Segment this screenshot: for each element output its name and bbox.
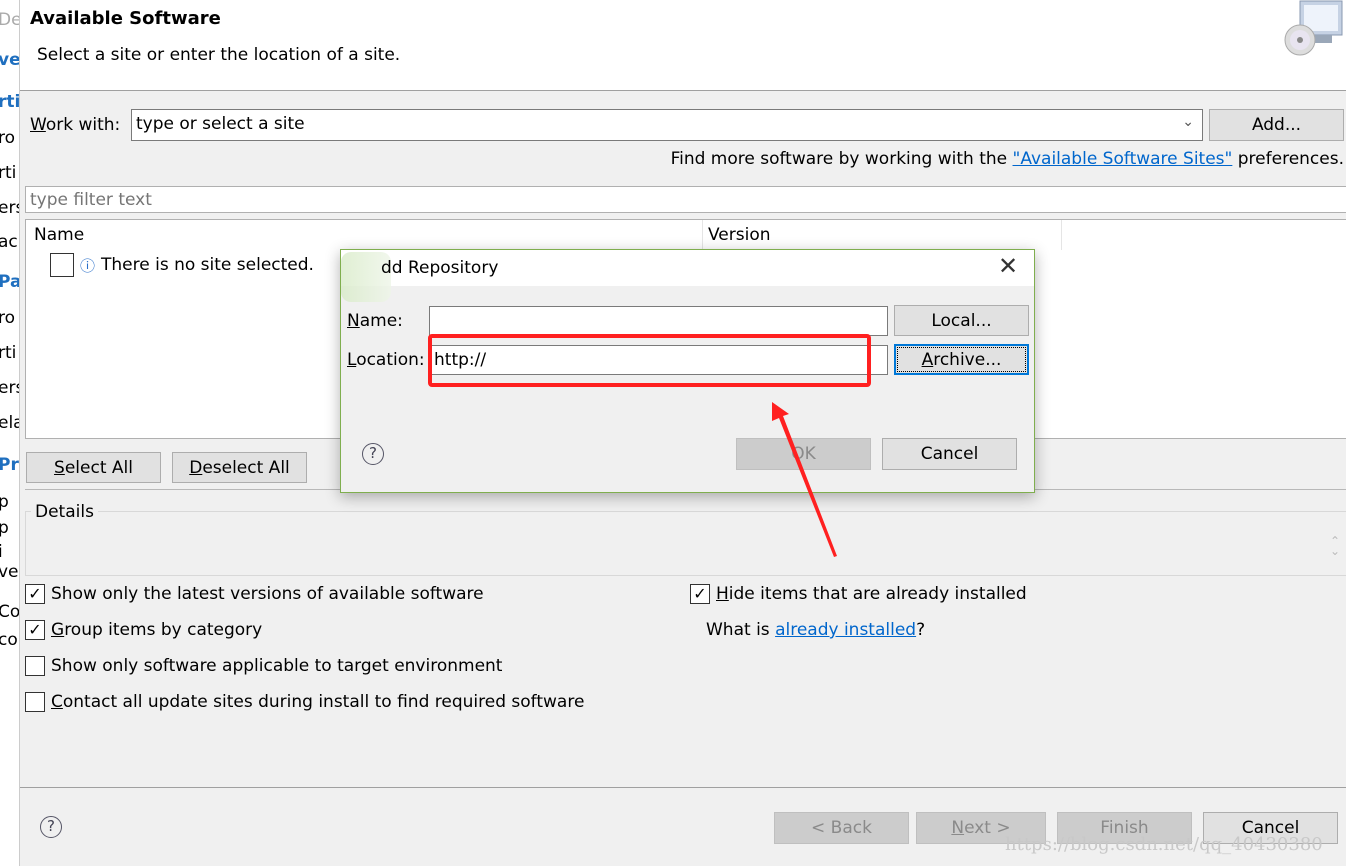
annotation-arrow-icon [772,402,837,557]
